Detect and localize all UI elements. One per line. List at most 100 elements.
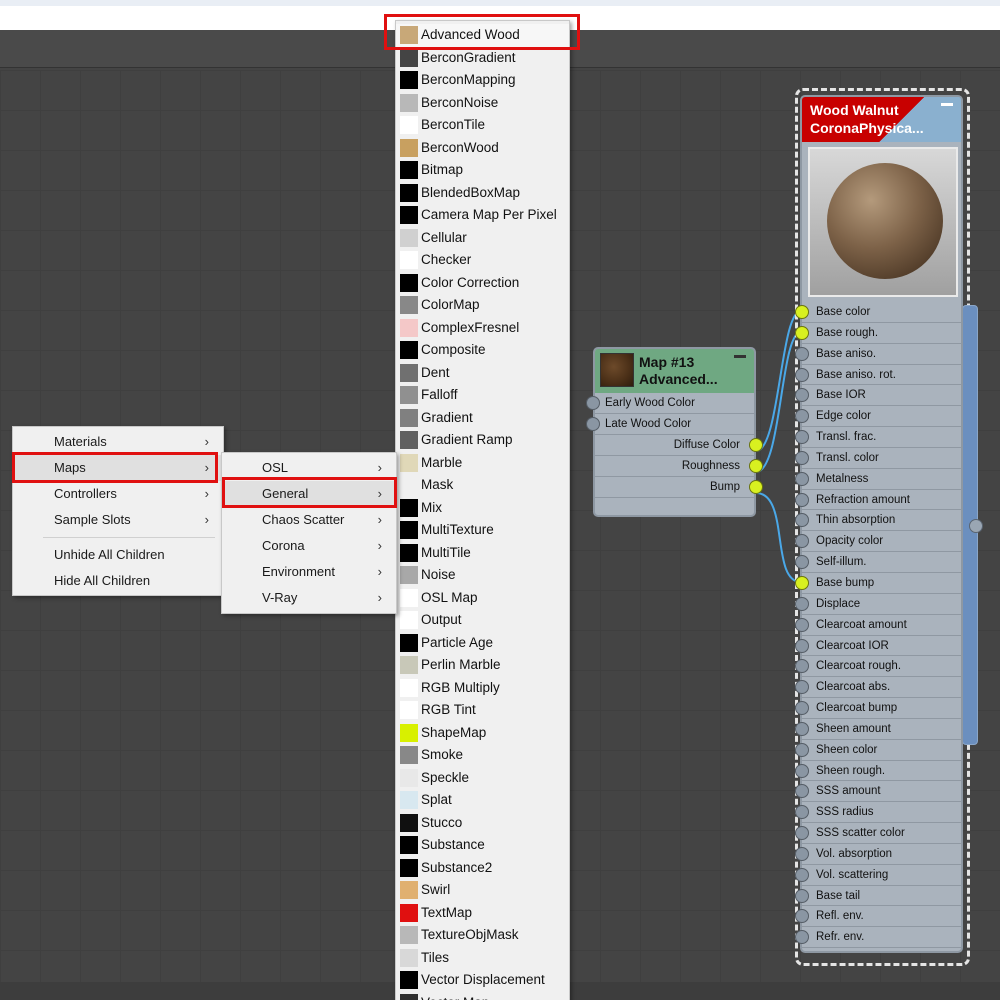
minimize-icon[interactable]: [941, 103, 953, 106]
menu-item-sample-slots[interactable]: Sample Slots ›: [13, 507, 223, 533]
input-port-icon[interactable]: [795, 805, 809, 820]
input-port-icon[interactable]: [586, 396, 600, 410]
menu-item-chaos-scatter[interactable]: Chaos Scatter ›: [222, 507, 396, 533]
map-item-berconmapping[interactable]: BerconMapping: [396, 69, 569, 92]
map-item-gradient-ramp[interactable]: Gradient Ramp: [396, 429, 569, 452]
input-port-icon[interactable]: [586, 417, 600, 431]
input-port-icon[interactable]: [795, 450, 809, 465]
input-port-icon[interactable]: [795, 430, 809, 445]
menu-item-v-ray[interactable]: V-Ray ›: [222, 585, 396, 611]
map-item-color-correction[interactable]: Color Correction: [396, 272, 569, 295]
map-item-smoke[interactable]: Smoke: [396, 744, 569, 767]
map-item-complexfresnel[interactable]: ComplexFresnel: [396, 317, 569, 340]
map-item-splat[interactable]: Splat: [396, 789, 569, 812]
map-item-speckle[interactable]: Speckle: [396, 767, 569, 790]
map-item-vector-map[interactable]: Vector Map: [396, 992, 569, 1000]
input-port-icon[interactable]: [795, 826, 809, 841]
menu-item-maps[interactable]: Maps ›: [13, 455, 223, 481]
input-port-icon[interactable]: [795, 701, 809, 716]
input-port-icon[interactable]: [795, 930, 809, 945]
minimize-icon[interactable]: [734, 355, 746, 358]
input-port-icon[interactable]: [795, 492, 809, 507]
output-port-icon[interactable]: [749, 438, 763, 452]
map-item-berconnoise[interactable]: BerconNoise: [396, 92, 569, 115]
map-node[interactable]: Map #13 Advanced... Early Wood Color Late…: [586, 347, 763, 517]
menu-item-materials[interactable]: Materials ›: [13, 429, 223, 455]
material-node[interactable]: Wood Walnut CoronaPhysica... Base color B…: [795, 95, 963, 953]
map-item-bercongradient[interactable]: BerconGradient: [396, 47, 569, 70]
input-port-icon[interactable]: [795, 680, 809, 695]
map-item-tiles[interactable]: Tiles: [396, 947, 569, 970]
input-port-icon[interactable]: [795, 784, 809, 799]
map-item-stucco[interactable]: Stucco: [396, 812, 569, 835]
map-item-osl-map[interactable]: OSL Map: [396, 587, 569, 610]
material-port-sheen-color: Sheen color: [795, 740, 961, 761]
map-item-bercontile[interactable]: BerconTile: [396, 114, 569, 137]
map-item-output[interactable]: Output: [396, 609, 569, 632]
map-item-noise[interactable]: Noise: [396, 564, 569, 587]
input-port-icon[interactable]: [795, 846, 809, 861]
menu-item-osl[interactable]: OSL ›: [222, 455, 396, 481]
map-item-composite[interactable]: Composite: [396, 339, 569, 362]
map-item-dent[interactable]: Dent: [396, 362, 569, 385]
input-port-icon[interactable]: [795, 638, 809, 653]
input-port-icon[interactable]: [795, 513, 809, 528]
input-port-icon[interactable]: [795, 909, 809, 924]
menu-item-controllers[interactable]: Controllers ›: [13, 481, 223, 507]
map-item-textmap[interactable]: TextMap: [396, 902, 569, 925]
map-item-blendedboxmap[interactable]: BlendedBoxMap: [396, 182, 569, 205]
map-node-header[interactable]: Map #13 Advanced...: [595, 349, 754, 393]
map-item-swirl[interactable]: Swirl: [396, 879, 569, 902]
input-port-icon[interactable]: [795, 659, 809, 674]
input-port-icon[interactable]: [795, 617, 809, 632]
map-item-mask[interactable]: Mask: [396, 474, 569, 497]
map-item-vector-displacement[interactable]: Vector Displacement: [396, 969, 569, 992]
material-output-port[interactable]: [969, 519, 983, 533]
map-item-shapemap[interactable]: ShapeMap: [396, 722, 569, 745]
output-port-icon[interactable]: [749, 459, 763, 473]
input-port-icon[interactable]: [795, 888, 809, 903]
input-port-icon[interactable]: [795, 471, 809, 486]
material-node-header[interactable]: Wood Walnut CoronaPhysica...: [802, 97, 961, 142]
map-item-advanced-wood[interactable]: Advanced Wood: [396, 24, 569, 47]
input-port-icon[interactable]: [795, 534, 809, 549]
input-port-icon[interactable]: [795, 575, 809, 590]
map-item-checker[interactable]: Checker: [396, 249, 569, 272]
menu-item-corona[interactable]: Corona ›: [222, 533, 396, 559]
input-port-icon[interactable]: [795, 346, 809, 361]
map-item-multitile[interactable]: MultiTile: [396, 542, 569, 565]
map-item-substance2[interactable]: Substance2: [396, 857, 569, 880]
menu-item-general[interactable]: General ›: [222, 481, 396, 507]
map-item-colormap[interactable]: ColorMap: [396, 294, 569, 317]
input-port-icon[interactable]: [795, 409, 809, 424]
map-item-gradient[interactable]: Gradient: [396, 407, 569, 430]
input-port-icon[interactable]: [795, 742, 809, 757]
map-item-cellular[interactable]: Cellular: [396, 227, 569, 250]
input-port-icon[interactable]: [795, 721, 809, 736]
map-item-mix[interactable]: Mix: [396, 497, 569, 520]
input-port-icon[interactable]: [795, 388, 809, 403]
input-port-icon[interactable]: [795, 763, 809, 778]
menu-item-unhide-all-children[interactable]: Unhide All Children: [13, 542, 223, 568]
map-item-perlin-marble[interactable]: Perlin Marble: [396, 654, 569, 677]
map-item-bitmap[interactable]: Bitmap: [396, 159, 569, 182]
map-item-camera-map-per-pixel[interactable]: Camera Map Per Pixel: [396, 204, 569, 227]
output-port-icon[interactable]: [749, 480, 763, 494]
map-item-rgb-multiply[interactable]: RGB Multiply: [396, 677, 569, 700]
input-port-icon[interactable]: [795, 305, 809, 319]
map-item-berconwood[interactable]: BerconWood: [396, 137, 569, 160]
map-item-falloff[interactable]: Falloff: [396, 384, 569, 407]
map-item-marble[interactable]: Marble: [396, 452, 569, 475]
menu-item-hide-all-children[interactable]: Hide All Children: [13, 568, 223, 594]
map-item-rgb-tint[interactable]: RGB Tint: [396, 699, 569, 722]
input-port-icon[interactable]: [795, 867, 809, 882]
map-item-multitexture[interactable]: MultiTexture: [396, 519, 569, 542]
input-port-icon[interactable]: [795, 325, 809, 340]
input-port-icon[interactable]: [795, 596, 809, 611]
menu-item-environment[interactable]: Environment ›: [222, 559, 396, 585]
input-port-icon[interactable]: [795, 555, 809, 570]
input-port-icon[interactable]: [795, 367, 809, 382]
map-item-textureobjmask[interactable]: TextureObjMask: [396, 924, 569, 947]
map-item-particle-age[interactable]: Particle Age: [396, 632, 569, 655]
map-item-substance[interactable]: Substance: [396, 834, 569, 857]
